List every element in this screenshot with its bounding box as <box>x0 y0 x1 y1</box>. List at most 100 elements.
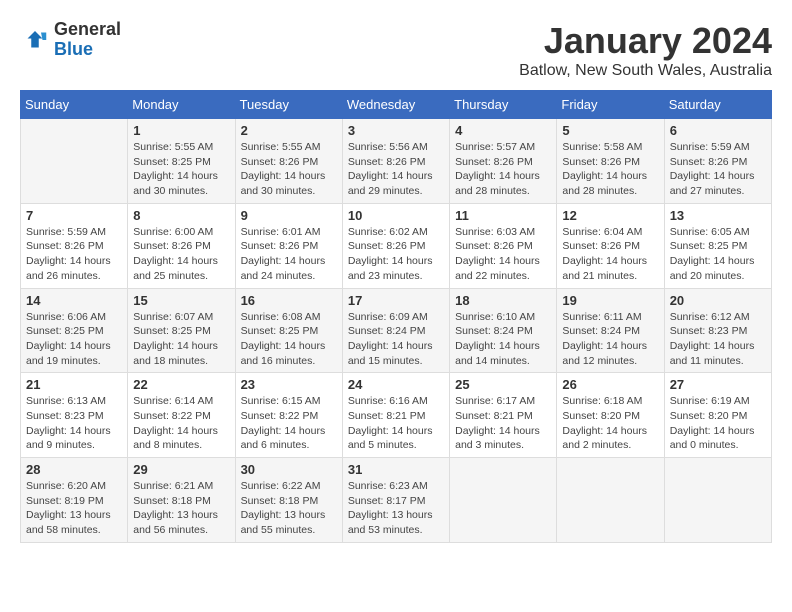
calendar-cell: 6 Sunrise: 5:59 AMSunset: 8:26 PMDaylight… <box>664 119 771 204</box>
day-number: 24 <box>348 377 444 392</box>
calendar-cell: 20 Sunrise: 6:12 AMSunset: 8:23 PMDayligh… <box>664 288 771 373</box>
day-number: 8 <box>133 208 229 223</box>
calendar-cell <box>557 458 664 543</box>
calendar-cell: 29Sunrise: 6:21 AMSunset: 8:18 PMDayligh… <box>128 458 235 543</box>
calendar-cell <box>664 458 771 543</box>
day-number: 25 <box>455 377 551 392</box>
calendar-cell: 25 Sunrise: 6:17 AMSunset: 8:21 PMDayligh… <box>450 373 557 458</box>
day-number: 6 <box>670 123 766 138</box>
day-info: Sunrise: 5:59 AMSunset: 8:26 PMDaylight:… <box>26 225 122 284</box>
day-number: 29 <box>133 462 229 477</box>
calendar-cell: 8 Sunrise: 6:00 AMSunset: 8:26 PMDaylight… <box>128 203 235 288</box>
day-number: 10 <box>348 208 444 223</box>
calendar-cell <box>450 458 557 543</box>
calendar-cell: 22 Sunrise: 6:14 AMSunset: 8:22 PMDayligh… <box>128 373 235 458</box>
logo-blue: Blue <box>54 40 121 60</box>
day-info: Sunrise: 6:14 AMSunset: 8:22 PMDaylight:… <box>133 394 229 453</box>
day-number: 14 <box>26 293 122 308</box>
logo-general: General <box>54 20 121 40</box>
day-info: Sunrise: 5:58 AMSunset: 8:26 PMDaylight:… <box>562 140 658 199</box>
day-info: Sunrise: 5:59 AMSunset: 8:26 PMDaylight:… <box>670 140 766 199</box>
calendar-cell: 19 Sunrise: 6:11 AMSunset: 8:24 PMDayligh… <box>557 288 664 373</box>
day-info: Sunrise: 6:15 AMSunset: 8:22 PMDaylight:… <box>241 394 337 453</box>
logo: General Blue <box>20 20 121 60</box>
calendar-week-row: 7 Sunrise: 5:59 AMSunset: 8:26 PMDaylight… <box>21 203 772 288</box>
day-info: Sunrise: 5:56 AMSunset: 8:26 PMDaylight:… <box>348 140 444 199</box>
day-number: 21 <box>26 377 122 392</box>
day-number: 15 <box>133 293 229 308</box>
day-number: 3 <box>348 123 444 138</box>
day-info: Sunrise: 6:18 AMSunset: 8:20 PMDaylight:… <box>562 394 658 453</box>
calendar-cell: 23 Sunrise: 6:15 AMSunset: 8:22 PMDayligh… <box>235 373 342 458</box>
calendar-cell: 5 Sunrise: 5:58 AMSunset: 8:26 PMDaylight… <box>557 119 664 204</box>
day-info: Sunrise: 6:06 AMSunset: 8:25 PMDaylight:… <box>26 310 122 369</box>
calendar-cell: 3 Sunrise: 5:56 AMSunset: 8:26 PMDaylight… <box>342 119 449 204</box>
calendar-week-row: 1 Sunrise: 5:55 AMSunset: 8:25 PMDaylight… <box>21 119 772 204</box>
day-number: 19 <box>562 293 658 308</box>
day-info: Sunrise: 5:55 AMSunset: 8:25 PMDaylight:… <box>133 140 229 199</box>
calendar-cell: 1 Sunrise: 5:55 AMSunset: 8:25 PMDaylight… <box>128 119 235 204</box>
day-info: Sunrise: 6:10 AMSunset: 8:24 PMDaylight:… <box>455 310 551 369</box>
calendar-header-row: SundayMondayTuesdayWednesdayThursdayFrid… <box>21 91 772 119</box>
day-info: Sunrise: 5:57 AMSunset: 8:26 PMDaylight:… <box>455 140 551 199</box>
day-info: Sunrise: 6:17 AMSunset: 8:21 PMDaylight:… <box>455 394 551 453</box>
day-number: 16 <box>241 293 337 308</box>
calendar-cell: 27Sunrise: 6:19 AMSunset: 8:20 PMDayligh… <box>664 373 771 458</box>
day-number: 31 <box>348 462 444 477</box>
calendar-cell <box>21 119 128 204</box>
day-info: Sunrise: 6:16 AMSunset: 8:21 PMDaylight:… <box>348 394 444 453</box>
calendar-cell: 17 Sunrise: 6:09 AMSunset: 8:24 PMDayligh… <box>342 288 449 373</box>
day-info: Sunrise: 6:19 AMSunset: 8:20 PMDaylight:… <box>670 394 766 453</box>
day-number: 5 <box>562 123 658 138</box>
calendar-cell: 12Sunrise: 6:04 AMSunset: 8:26 PMDayligh… <box>557 203 664 288</box>
header-tuesday: Tuesday <box>235 91 342 119</box>
day-number: 17 <box>348 293 444 308</box>
page-header: General Blue January 2024 Batlow, New So… <box>20 20 772 80</box>
day-number: 30 <box>241 462 337 477</box>
day-number: 9 <box>241 208 337 223</box>
header-wednesday: Wednesday <box>342 91 449 119</box>
day-number: 13 <box>670 208 766 223</box>
calendar-week-row: 28Sunrise: 6:20 AMSunset: 8:19 PMDayligh… <box>21 458 772 543</box>
calendar-week-row: 21Sunrise: 6:13 AMSunset: 8:23 PMDayligh… <box>21 373 772 458</box>
day-info: Sunrise: 6:22 AMSunset: 8:18 PMDaylight:… <box>241 479 337 538</box>
calendar-cell: 14 Sunrise: 6:06 AMSunset: 8:25 PMDayligh… <box>21 288 128 373</box>
day-info: Sunrise: 6:03 AMSunset: 8:26 PMDaylight:… <box>455 225 551 284</box>
calendar-cell: 18 Sunrise: 6:10 AMSunset: 8:24 PMDayligh… <box>450 288 557 373</box>
calendar-cell: 31Sunrise: 6:23 AMSunset: 8:17 PMDayligh… <box>342 458 449 543</box>
day-info: Sunrise: 6:07 AMSunset: 8:25 PMDaylight:… <box>133 310 229 369</box>
calendar-cell: 16Sunrise: 6:08 AMSunset: 8:25 PMDayligh… <box>235 288 342 373</box>
day-info: Sunrise: 6:12 AMSunset: 8:23 PMDaylight:… <box>670 310 766 369</box>
day-number: 7 <box>26 208 122 223</box>
logo-icon <box>20 25 50 55</box>
day-info: Sunrise: 6:00 AMSunset: 8:26 PMDaylight:… <box>133 225 229 284</box>
day-number: 2 <box>241 123 337 138</box>
header-thursday: Thursday <box>450 91 557 119</box>
day-info: Sunrise: 6:09 AMSunset: 8:24 PMDaylight:… <box>348 310 444 369</box>
day-info: Sunrise: 6:02 AMSunset: 8:26 PMDaylight:… <box>348 225 444 284</box>
month-title: January 2024 <box>519 20 772 62</box>
day-info: Sunrise: 6:04 AMSunset: 8:26 PMDaylight:… <box>562 225 658 284</box>
calendar-cell: 28Sunrise: 6:20 AMSunset: 8:19 PMDayligh… <box>21 458 128 543</box>
calendar-cell: 9 Sunrise: 6:01 AMSunset: 8:26 PMDaylight… <box>235 203 342 288</box>
day-number: 11 <box>455 208 551 223</box>
day-number: 1 <box>133 123 229 138</box>
calendar-cell: 2 Sunrise: 5:55 AMSunset: 8:26 PMDaylight… <box>235 119 342 204</box>
day-info: Sunrise: 6:05 AMSunset: 8:25 PMDaylight:… <box>670 225 766 284</box>
calendar-week-row: 14 Sunrise: 6:06 AMSunset: 8:25 PMDayligh… <box>21 288 772 373</box>
calendar-cell: 30 Sunrise: 6:22 AMSunset: 8:18 PMDayligh… <box>235 458 342 543</box>
header-sunday: Sunday <box>21 91 128 119</box>
calendar-cell: 7 Sunrise: 5:59 AMSunset: 8:26 PMDaylight… <box>21 203 128 288</box>
day-number: 18 <box>455 293 551 308</box>
header-monday: Monday <box>128 91 235 119</box>
calendar-cell: 21Sunrise: 6:13 AMSunset: 8:23 PMDayligh… <box>21 373 128 458</box>
logo-text: General Blue <box>54 20 121 60</box>
day-number: 20 <box>670 293 766 308</box>
day-number: 23 <box>241 377 337 392</box>
day-info: Sunrise: 6:20 AMSunset: 8:19 PMDaylight:… <box>26 479 122 538</box>
day-info: Sunrise: 6:11 AMSunset: 8:24 PMDaylight:… <box>562 310 658 369</box>
day-info: Sunrise: 5:55 AMSunset: 8:26 PMDaylight:… <box>241 140 337 199</box>
day-number: 22 <box>133 377 229 392</box>
day-info: Sunrise: 6:01 AMSunset: 8:26 PMDaylight:… <box>241 225 337 284</box>
header-friday: Friday <box>557 91 664 119</box>
